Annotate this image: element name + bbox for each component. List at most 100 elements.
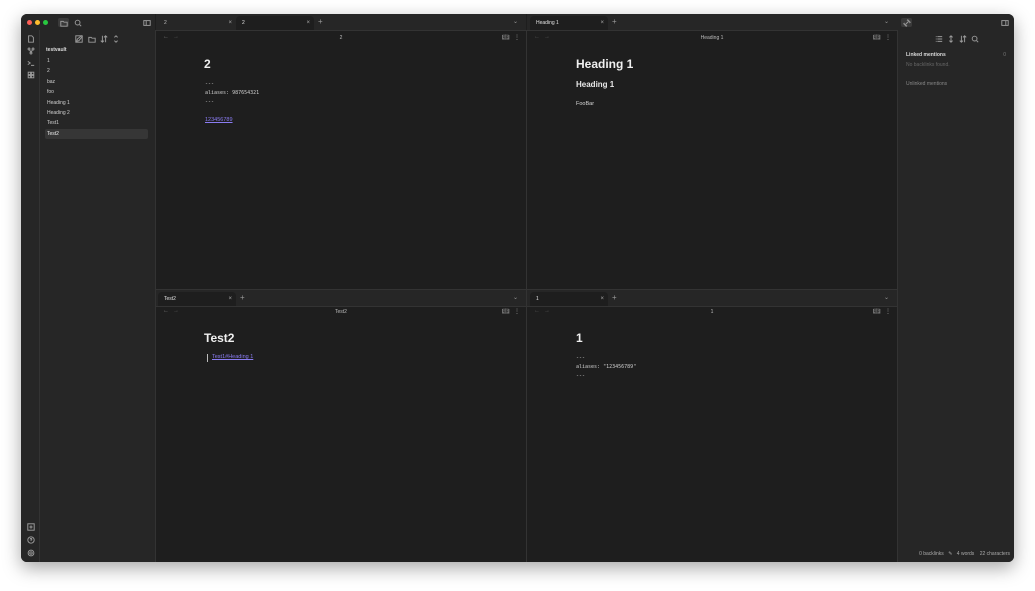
maximize-window-button[interactable] [43,20,48,25]
vault-name[interactable]: testvault [46,47,67,53]
graph-icon[interactable] [26,46,35,55]
note-heading: Test2 [204,331,235,345]
new-tab-icon[interactable]: + [612,18,617,26]
help-icon[interactable] [26,535,35,544]
frontmatter-line: aliases: 987654321 [205,90,260,96]
frontmatter-line: aliases: "123456789" [576,364,637,370]
close-tab-icon[interactable]: × [306,16,310,30]
tab[interactable]: 2 × [158,16,236,30]
more-options-icon[interactable]: ⋮ [885,308,891,315]
list-icon[interactable] [934,34,943,43]
reading-view-icon[interactable]: 📖︎ [502,34,510,41]
frontmatter-line: --- [205,99,215,105]
view-header-bottom-left: ← → Test2 📖︎ ⋮ [156,305,526,319]
link-icon[interactable] [901,18,912,27]
tab-active[interactable]: 2 × [236,16,314,30]
template-icon[interactable] [26,70,35,79]
view-title[interactable]: Heading 1 [527,35,897,41]
chevron-down-icon[interactable]: ⌄ [884,18,889,25]
sort-icon[interactable] [99,34,108,43]
note-paragraph: FooBar [576,101,595,107]
more-options-icon[interactable]: ⋮ [514,308,520,315]
collapse-all-icon[interactable] [111,34,120,43]
new-tab-icon[interactable]: + [318,18,323,26]
text-cursor [207,354,208,362]
new-note-icon[interactable] [74,34,83,43]
tab-active[interactable]: Test2 × [158,292,236,306]
close-tab-icon[interactable]: × [228,16,232,30]
note-heading-2: Heading 1 [576,80,615,89]
minimize-window-button[interactable] [35,20,40,25]
linked-mentions-title[interactable]: Linked mentions [906,52,946,58]
frontmatter-line: --- [576,373,586,379]
close-tab-icon[interactable]: × [600,292,604,306]
reading-view-icon[interactable]: 📖︎ [873,308,881,315]
view-title[interactable]: Test2 [156,309,526,315]
close-tab-icon[interactable]: × [600,16,604,30]
file-item[interactable]: foo [45,87,148,97]
tab-active[interactable]: 1 × [530,292,608,306]
backlinks-count[interactable]: 0 backlinks [919,551,944,557]
note-heading: 2 [204,57,211,71]
more-options-icon[interactable]: ⋮ [514,34,520,41]
note-heading-1: Heading 1 [576,57,634,71]
new-folder-icon[interactable] [87,34,96,43]
word-count: 4 words [956,551,975,557]
sidebar-toggle-icon[interactable] [142,18,151,27]
file-item[interactable]: 2 [45,66,148,76]
expand-icon[interactable] [946,34,955,43]
chevron-down-icon[interactable]: ⌄ [513,18,518,25]
settings-icon[interactable] [26,548,35,557]
search-icon[interactable] [73,18,82,27]
view-header-bottom-right: ← → 1 📖︎ ⋮ [527,305,897,319]
title-bar-left [21,14,155,30]
file-item[interactable]: 1 [45,56,148,66]
tab-label: Test2 [164,296,176,302]
file-icon[interactable] [26,34,35,43]
file-item-active[interactable]: Test2 [45,129,148,139]
app-window: testvault 1 2 baz foo Heading 1 Heading … [21,14,1014,562]
chevron-down-icon[interactable]: ⌄ [513,294,518,301]
folder-icon[interactable] [58,18,69,27]
sort-icon[interactable] [958,34,967,43]
search-icon[interactable] [970,34,979,43]
frontmatter-line: --- [205,81,215,87]
tab-bar-top-right: Heading 1 × + ⌄ [527,14,897,31]
linked-mentions-count: 0 [1003,52,1006,58]
internal-link[interactable]: 123456789 [205,117,233,123]
close-window-button[interactable] [27,20,32,25]
tab-bar-top-left: 2 × 2 × + ⌄ [156,14,526,31]
edit-mode-icon[interactable]: ✎ [948,551,952,557]
unlinked-mentions-title[interactable]: Unlinked mentions [906,81,947,87]
frontmatter-line: --- [576,355,586,361]
file-item[interactable]: Test1 [45,118,148,128]
chevron-down-icon[interactable]: ⌄ [884,294,889,301]
file-item[interactable]: baz [45,77,148,87]
tab-active[interactable]: Heading 1 × [530,16,608,30]
right-sidebar-toggle-icon[interactable] [1000,18,1009,27]
reading-view-icon[interactable]: 📖︎ [873,34,881,41]
terminal-icon[interactable] [26,58,35,67]
view-title[interactable]: 1 [527,309,897,315]
backlinks-panel: Linked mentions 0 No backlinks found. Un… [897,30,1014,562]
tab-label: Heading 1 [536,20,559,26]
new-tab-icon[interactable]: + [240,294,245,302]
more-options-icon[interactable]: ⋮ [885,34,891,41]
status-bar: 0 backlinks ✎ 4 words 22 characters [919,551,1010,559]
tab-label: 2 [242,20,245,26]
file-explorer: testvault 1 2 baz foo Heading 1 Heading … [40,30,156,562]
file-item[interactable]: Heading 2 [45,108,148,118]
reading-view-icon[interactable]: 📖︎ [502,308,510,315]
view-header-top-left: ← → 2 📖︎ ⋮ [156,31,526,45]
view-title[interactable]: 2 [156,35,526,41]
file-item[interactable]: Heading 1 [45,98,148,108]
view-header-top-right: ← → Heading 1 📖︎ ⋮ [527,31,897,45]
ribbon [21,30,40,562]
close-tab-icon[interactable]: × [228,292,232,306]
internal-link[interactable]: Test1#Heading 1 [212,354,253,360]
note-heading: 1 [576,331,583,345]
title-bar-right [897,14,1014,31]
no-backlinks-text: No backlinks found. [906,62,950,68]
vault-switch-icon[interactable] [26,522,35,531]
new-tab-icon[interactable]: + [612,294,617,302]
